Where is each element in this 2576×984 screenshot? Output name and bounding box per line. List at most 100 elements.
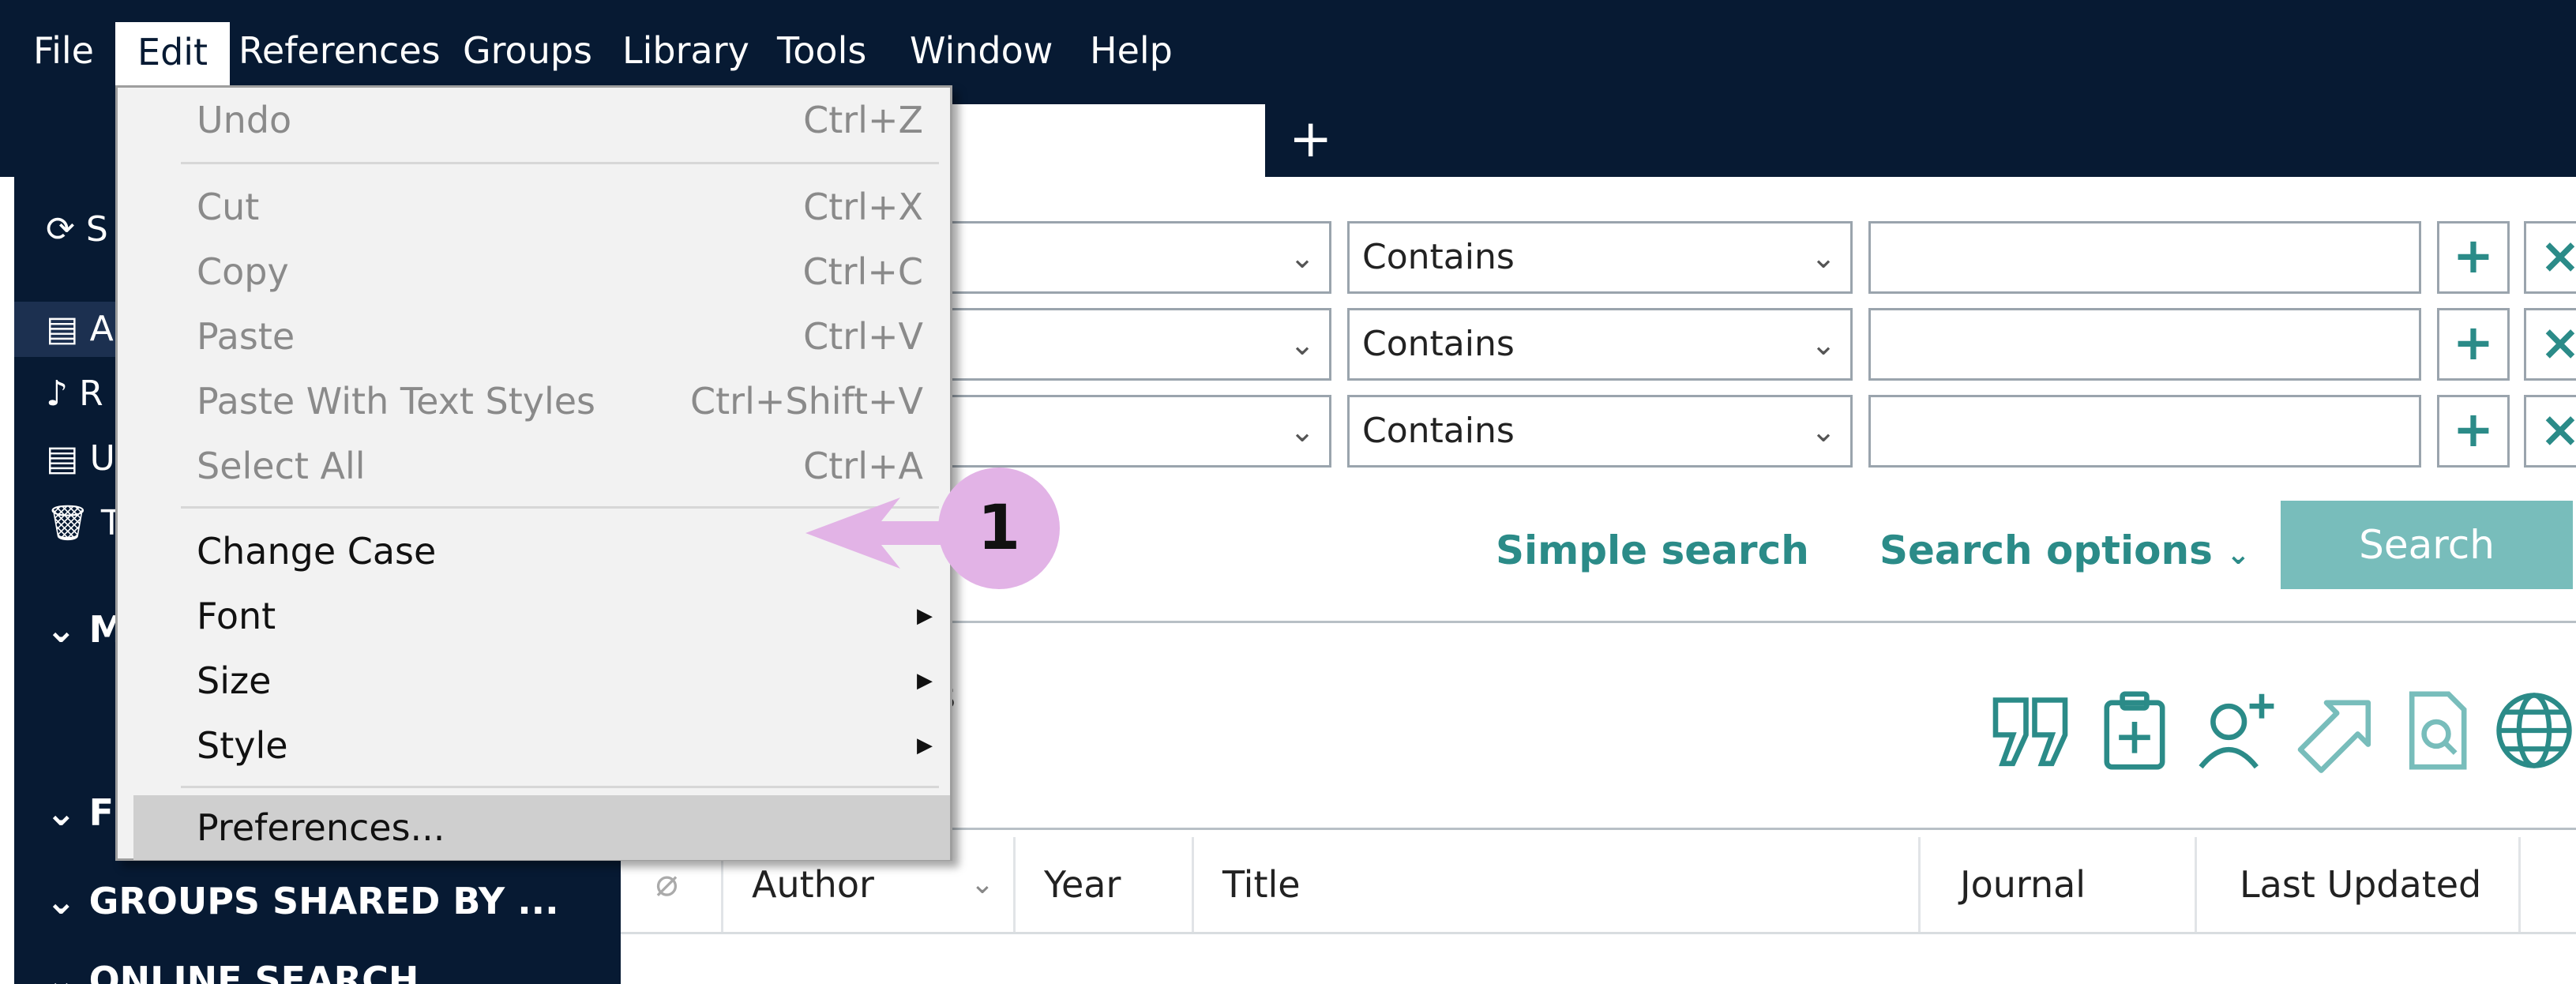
section-label: ONLINE SEARCH	[88, 959, 419, 984]
search-button[interactable]: Search	[2281, 501, 2573, 589]
share-arrow-icon[interactable]	[2292, 687, 2379, 774]
search-document-icon[interactable]	[2393, 687, 2480, 774]
sidebar-item-label: S	[85, 209, 108, 250]
menu-item-style[interactable]: Style ▶	[118, 713, 950, 778]
menu-item-preferences[interactable]: Preferences...	[133, 795, 950, 860]
sidebar-item-label: A	[89, 309, 114, 349]
quote-icon[interactable]	[1987, 687, 2074, 774]
menu-item-label: Size	[197, 659, 272, 702]
menu-item-font[interactable]: Font ▶	[118, 584, 950, 648]
menu-item-size[interactable]: Size ▶	[118, 648, 950, 713]
chevron-down-icon: ⌄	[2226, 539, 2251, 571]
menu-window[interactable]: Window	[910, 27, 1053, 74]
column-label: Journal	[1960, 863, 2086, 906]
add-user-icon[interactable]	[2192, 687, 2279, 774]
section-label: F	[88, 791, 114, 834]
menu-item-shortcut: Ctrl+V	[803, 315, 923, 358]
menu-item-copy[interactable]: Copy Ctrl+C	[118, 239, 950, 304]
operator-select[interactable]: Contains ⌄	[1347, 308, 1853, 381]
column-journal[interactable]: Journal	[1921, 837, 2197, 932]
menu-item-label: Change Case	[197, 530, 437, 573]
column-label: Author	[752, 863, 874, 906]
column-title[interactable]: Title	[1194, 837, 1921, 932]
chevron-down-icon: ⌄	[1811, 327, 1836, 362]
menu-item-label: Select All	[197, 445, 366, 487]
section-online-search[interactable]: ⌄ ONLINE SEARCH	[46, 952, 419, 984]
section-groups-shared[interactable]: ⌄ GROUPS SHARED BY ...	[46, 873, 559, 929]
menu-item-label: Font	[197, 595, 276, 637]
remove-row-button[interactable]: ×	[2524, 308, 2576, 381]
menu-item-paste[interactable]: Paste Ctrl+V	[118, 304, 950, 369]
menu-item-label: Cut	[197, 186, 260, 228]
submenu-arrow-icon: ▶	[917, 734, 933, 757]
add-reference-icon[interactable]	[2091, 687, 2178, 774]
trash-icon: 🗑	[46, 503, 90, 543]
column-last-updated[interactable]: Last Updated	[2197, 837, 2521, 932]
menu-item-label: Paste With Text Styles	[197, 380, 596, 423]
menu-item-label: Paste	[197, 315, 295, 358]
callout-arrow-icon	[805, 498, 956, 569]
column-label: Last Updated	[2240, 863, 2482, 906]
submenu-arrow-icon: ▶	[917, 669, 933, 693]
sync-icon: ⟳	[46, 209, 75, 250]
section-find-fulltext[interactable]: ⌄ F	[46, 785, 114, 840]
column-label: Title	[1222, 863, 1301, 906]
bell-icon: ♪	[46, 374, 69, 414]
search-text-input[interactable]	[1868, 221, 2421, 294]
operator-value: Contains	[1362, 324, 1515, 364]
simple-search-link[interactable]: Simple search	[1496, 523, 1809, 578]
search-options-label: Search options	[1879, 528, 2213, 573]
callout-badge: 1	[938, 468, 1060, 589]
search-text-input[interactable]	[1868, 308, 2421, 381]
menu-item-shortcut: Ctrl+X	[803, 186, 923, 228]
chevron-down-icon: ⌄	[970, 868, 994, 900]
menu-item-label: Style	[197, 724, 288, 767]
clipboard-icon: ▤	[46, 309, 79, 349]
paperclip-icon: ⌀	[655, 861, 678, 905]
sidebar-item-recent[interactable]: ♪ R	[46, 366, 103, 422]
globe-icon[interactable]	[2492, 687, 2576, 774]
menu-item-paste-with-text-styles[interactable]: Paste With Text Styles Ctrl+Shift+V	[118, 369, 950, 434]
remove-row-button[interactable]: ×	[2524, 221, 2576, 294]
menu-item-shortcut: Ctrl+A	[803, 445, 923, 487]
submenu-arrow-icon: ▶	[917, 604, 933, 628]
section-label: GROUPS SHARED BY ...	[88, 880, 559, 922]
sidebar-item-unfiled[interactable]: ▤ U	[46, 431, 115, 486]
menu-references[interactable]: References	[238, 27, 441, 74]
menu-item-undo[interactable]: Undo Ctrl+Z	[118, 88, 950, 152]
add-row-button[interactable]: +	[2437, 395, 2510, 468]
section-my-groups[interactable]: ⌄ M	[46, 602, 125, 657]
operator-select[interactable]: Contains ⌄	[1347, 395, 1853, 468]
menu-item-select-all[interactable]: Select All Ctrl+A	[118, 434, 950, 498]
chevron-down-icon: ⌄	[46, 880, 77, 922]
menu-help[interactable]: Help	[1090, 27, 1173, 74]
divider	[621, 932, 2576, 934]
add-tab-button[interactable]: +	[1289, 107, 1332, 171]
menu-edit[interactable]: Edit	[115, 22, 231, 85]
chevron-down-icon: ⌄	[1290, 327, 1315, 362]
menu-item-shortcut: Ctrl+Z	[803, 99, 923, 141]
search-options-link[interactable]: Search options ⌄	[1879, 523, 2250, 583]
chevron-down-icon: ⌄	[46, 959, 77, 984]
column-year[interactable]: Year	[1016, 837, 1194, 932]
sidebar-item-label: U	[89, 438, 115, 479]
add-row-button[interactable]: +	[2437, 308, 2510, 381]
menu-separator	[181, 786, 939, 788]
edit-menu: Undo Ctrl+Z Cut Ctrl+X Copy Ctrl+C Paste…	[115, 85, 952, 861]
operator-select[interactable]: Contains ⌄	[1347, 221, 1853, 294]
chevron-down-icon: ⌄	[1290, 414, 1315, 449]
chevron-down-icon: ⌄	[1290, 240, 1315, 275]
operator-value: Contains	[1362, 237, 1515, 277]
search-text-input[interactable]	[1868, 395, 2421, 468]
menu-library[interactable]: Library	[622, 27, 749, 74]
add-row-button[interactable]: +	[2437, 221, 2510, 294]
sidebar-item-trash[interactable]: 🗑 T	[46, 496, 122, 551]
menu-item-cut[interactable]: Cut Ctrl+X	[118, 175, 950, 239]
remove-row-button[interactable]: ×	[2524, 395, 2576, 468]
operator-value: Contains	[1362, 411, 1515, 451]
sidebar-item-sync[interactable]: ⟳ S	[46, 202, 108, 257]
menu-separator	[181, 162, 939, 164]
menu-tools[interactable]: Tools	[777, 27, 866, 74]
menu-groups[interactable]: Groups	[463, 27, 592, 74]
menu-file[interactable]: File	[33, 27, 94, 74]
